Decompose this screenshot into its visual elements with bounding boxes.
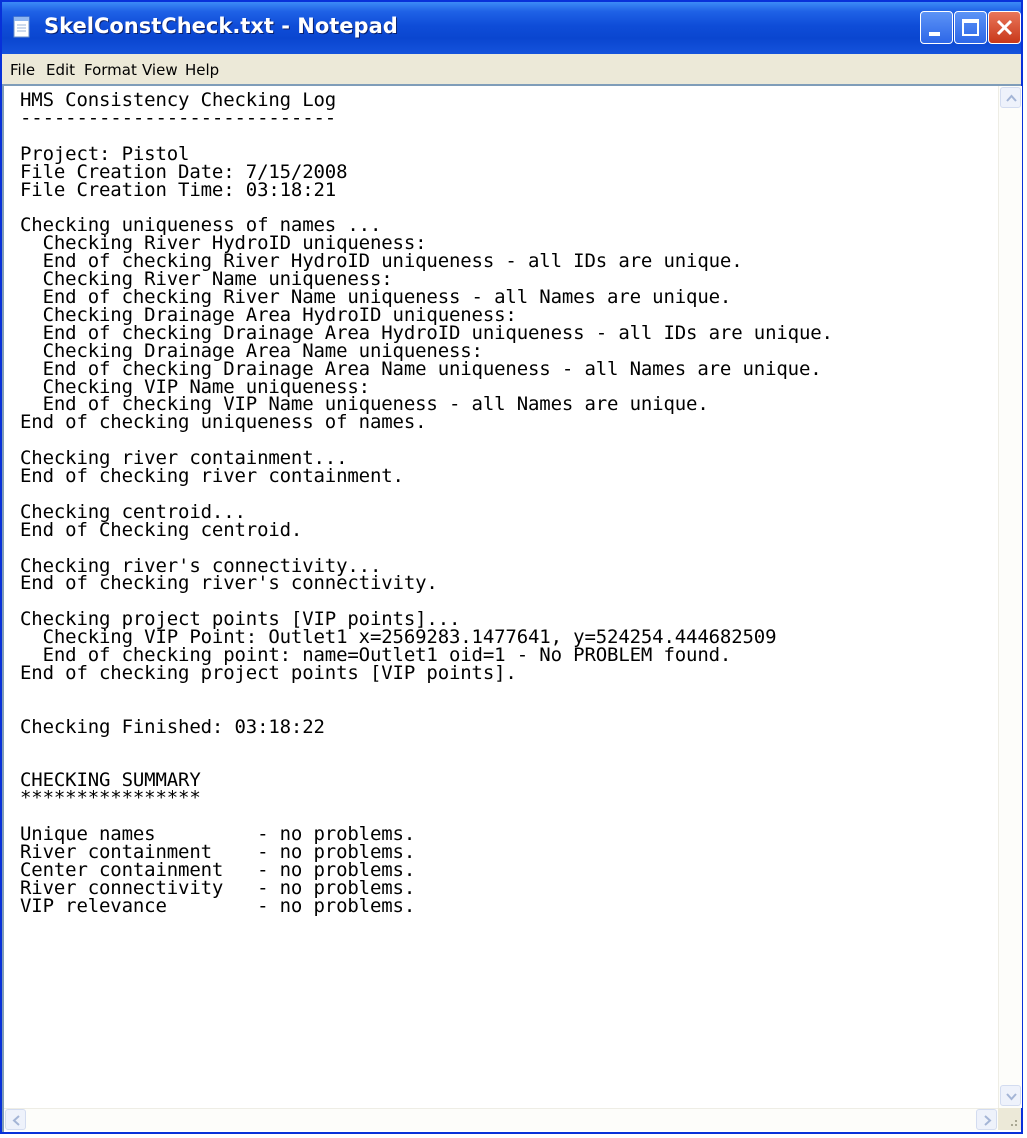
text-area[interactable]: HMS Consistency Checking Log -----------… [4, 86, 998, 1108]
maximize-icon [962, 19, 979, 36]
horizontal-scrollbar[interactable] [4, 1108, 998, 1131]
close-icon [996, 19, 1013, 36]
vertical-scrollbar[interactable] [998, 86, 1022, 1108]
scroll-down-button[interactable] [1000, 1085, 1021, 1106]
close-button[interactable] [988, 11, 1021, 44]
maximize-button[interactable] [954, 11, 987, 44]
scroll-up-button[interactable] [1000, 87, 1021, 108]
notepad-icon [13, 16, 30, 38]
menu-file[interactable]: File [10, 61, 35, 79]
minimize-button[interactable] [920, 11, 953, 44]
resize-grip[interactable] [998, 1108, 1021, 1130]
scroll-left-button[interactable] [5, 1109, 26, 1130]
chevron-left-icon [12, 1115, 20, 1126]
document-text: HMS Consistency Checking Log -----------… [20, 89, 833, 917]
chevron-down-icon [1006, 1093, 1017, 1101]
text-editor[interactable]: HMS Consistency Checking Log -----------… [2, 84, 1022, 1132]
notepad-window: SkelConstCheck.txt - Notepad File Edit F… [0, 0, 1023, 1134]
menu-edit[interactable]: Edit [46, 61, 75, 79]
scroll-right-button[interactable] [976, 1109, 997, 1130]
resize-grip-icon [1011, 1120, 1017, 1126]
minimize-icon [929, 32, 940, 36]
title-bar[interactable]: SkelConstCheck.txt - Notepad [2, 2, 1021, 54]
window-title: SkelConstCheck.txt - Notepad [44, 14, 398, 38]
menu-view[interactable]: View [142, 61, 178, 79]
menu-bar: File Edit Format View Help [2, 54, 1021, 84]
menu-format[interactable]: Format [84, 61, 137, 79]
chevron-right-icon [984, 1115, 992, 1126]
chevron-up-icon [1006, 94, 1017, 102]
menu-help[interactable]: Help [185, 61, 219, 79]
